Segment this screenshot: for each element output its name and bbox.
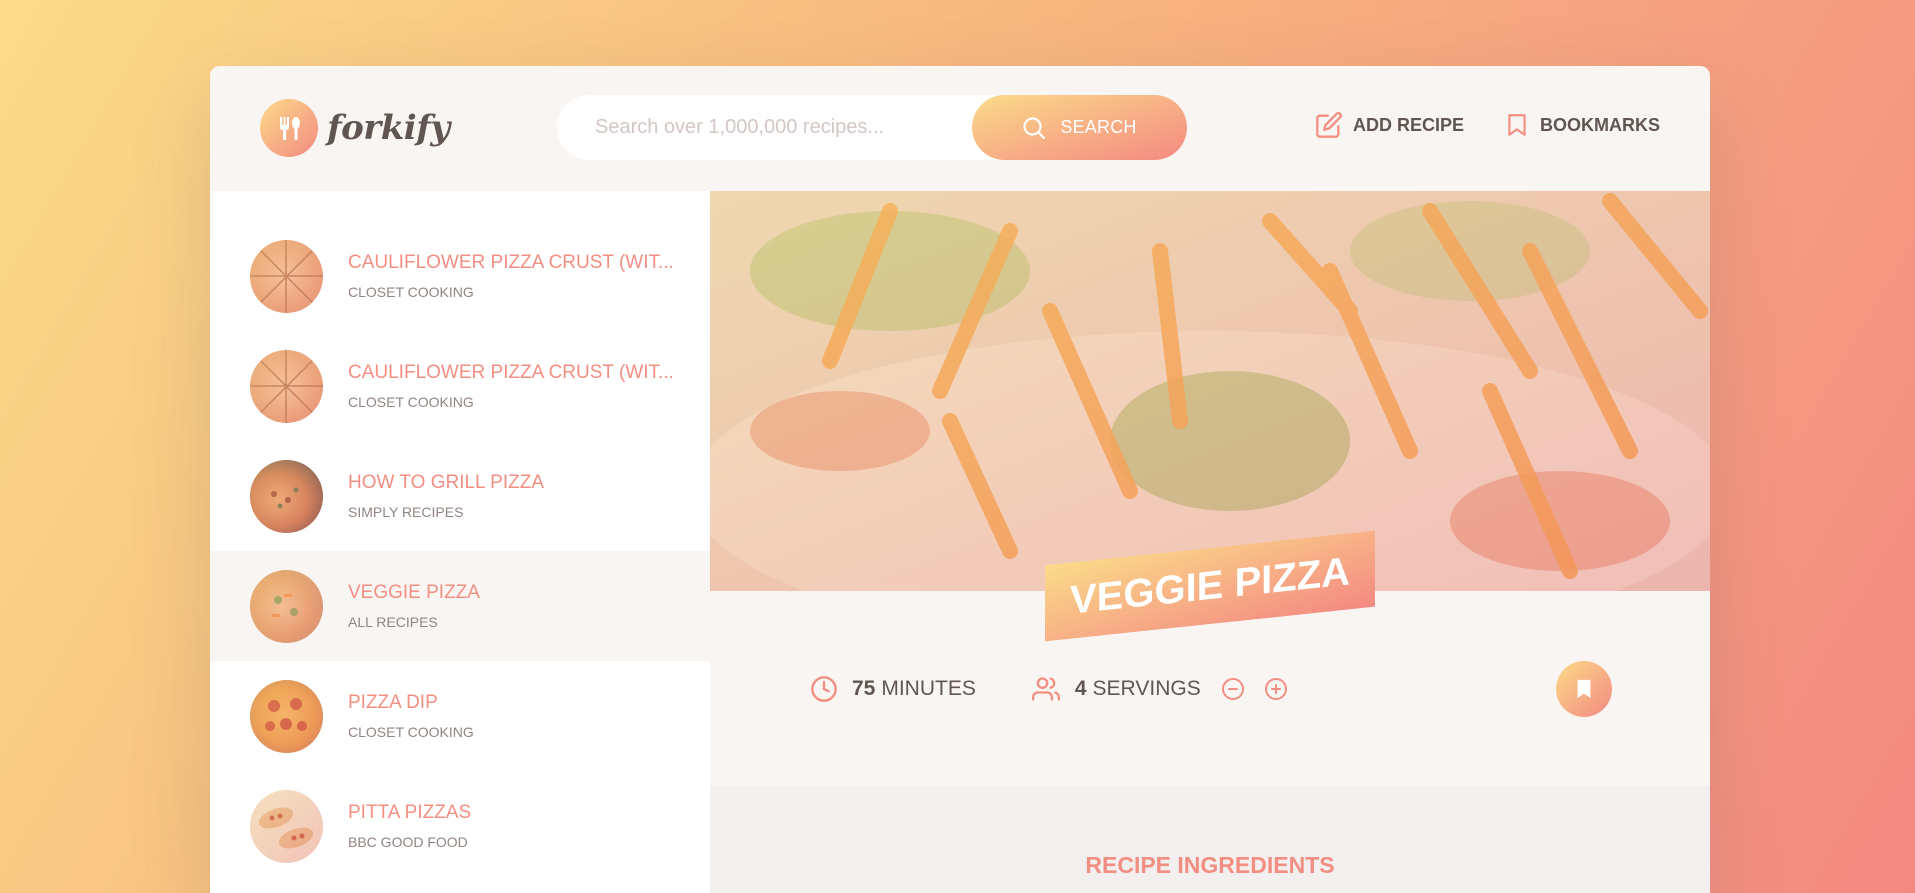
add-recipe-button[interactable]: ADD RECIPE bbox=[1315, 111, 1464, 139]
search-form: SEARCH bbox=[557, 95, 1187, 160]
app-container: forkify SEARCH ADD RECIPE bbox=[210, 66, 1710, 893]
result-item[interactable]: PITTA PIZZAS BBC GOOD FOOD bbox=[210, 771, 710, 881]
logo[interactable]: forkify bbox=[260, 99, 450, 157]
result-item[interactable]: HOW TO GRILL PIZZA SIMPLY RECIPES bbox=[210, 441, 710, 551]
increase-servings-button[interactable] bbox=[1264, 677, 1302, 701]
pepperoni-pizza-thumbnail bbox=[250, 679, 323, 753]
result-title: CAULIFLOWER PIZZA CRUST (WIT... bbox=[348, 252, 674, 273]
result-title: PITTA PIZZAS bbox=[348, 802, 472, 823]
bookmark-outline-icon bbox=[1508, 114, 1526, 136]
search-button[interactable]: SEARCH bbox=[972, 95, 1187, 160]
result-publisher: ALL RECIPES bbox=[348, 614, 438, 630]
pizza-slices-thumbnail bbox=[250, 239, 323, 313]
recipe-details: 75 MINUTES 4 SERVINGS bbox=[710, 591, 1710, 786]
result-item-active[interactable]: VEGGIE PIZZA ALL RECIPES bbox=[210, 551, 710, 661]
recipe-figure: VEGGIE PIZZA bbox=[710, 191, 1710, 642]
servings-controls bbox=[1221, 677, 1307, 701]
cooking-time: 75 MINUTES bbox=[810, 675, 976, 703]
bookmarks-button[interactable]: BOOKMARKS bbox=[1504, 111, 1660, 139]
decrease-servings-button[interactable] bbox=[1221, 677, 1259, 701]
result-title: HOW TO GRILL PIZZA bbox=[348, 472, 545, 493]
result-title: VEGGIE PIZZA bbox=[348, 582, 480, 603]
add-recipe-label: ADD RECIPE bbox=[1352, 114, 1464, 135]
bookmark-recipe-button[interactable] bbox=[1556, 660, 1612, 717]
pizza-slices-thumbnail bbox=[250, 349, 323, 423]
recipe-view: VEGGIE PIZZA 75 MINUTES 4 SERVINGS RECIP… bbox=[710, 191, 1710, 893]
search-input[interactable] bbox=[595, 116, 975, 139]
result-title: PIZZA DIP bbox=[348, 692, 438, 713]
edit-icon bbox=[1316, 112, 1342, 138]
result-item[interactable]: CAULIFLOWER PIZZA CRUST (WIT... CLOSET C… bbox=[210, 331, 710, 441]
plus-circle-icon bbox=[1264, 677, 1287, 700]
result-publisher: CLOSET COOKING bbox=[348, 394, 474, 410]
recipe-ingredients: RECIPE INGREDIENTS bbox=[710, 786, 1710, 893]
ingredients-heading: RECIPE INGREDIENTS bbox=[1085, 852, 1335, 878]
result-title: CAULIFLOWER PIZZA CRUST (WIT... bbox=[348, 362, 674, 383]
grilled-pizza-thumbnail bbox=[250, 459, 323, 533]
result-item[interactable]: CAULIFLOWER PIZZA CRUST (WIT... CLOSET C… bbox=[210, 221, 710, 331]
users-icon bbox=[1031, 676, 1060, 701]
bookmarks-label: BOOKMARKS bbox=[1540, 114, 1660, 135]
minus-circle-icon bbox=[1221, 677, 1244, 700]
cooking-time-value: 75 bbox=[852, 676, 876, 700]
servings: 4 SERVINGS bbox=[1031, 675, 1307, 703]
servings-unit: SERVINGS bbox=[1092, 676, 1201, 700]
search-button-label: SEARCH bbox=[1060, 117, 1137, 137]
result-publisher: CLOSET COOKING bbox=[348, 724, 474, 740]
result-publisher: SIMPLY RECIPES bbox=[348, 504, 464, 520]
search-icon bbox=[1023, 116, 1046, 139]
result-publisher: CLOSET COOKING bbox=[348, 284, 474, 300]
bookmark-filled-icon bbox=[1577, 679, 1591, 698]
fork-spoon-icon bbox=[260, 99, 318, 157]
nav: ADD RECIPE BOOKMARKS bbox=[1275, 111, 1660, 139]
search-results: CAULIFLOWER PIZZA CRUST (WIT... CLOSET C… bbox=[210, 191, 710, 893]
result-item[interactable]: PIZZA DIP CLOSET COOKING bbox=[210, 661, 710, 771]
logo-text: forkify bbox=[327, 108, 450, 148]
result-publisher: BBC GOOD FOOD bbox=[348, 834, 468, 850]
veggie-pizza-thumbnail bbox=[250, 569, 323, 643]
header: forkify SEARCH ADD RECIPE bbox=[210, 66, 1710, 191]
pitta-pizza-thumbnail bbox=[250, 789, 323, 863]
servings-value: 4 bbox=[1074, 676, 1087, 700]
cooking-time-unit: MINUTES bbox=[881, 676, 976, 700]
recipe-image bbox=[710, 191, 1710, 591]
clock-icon bbox=[811, 675, 837, 702]
